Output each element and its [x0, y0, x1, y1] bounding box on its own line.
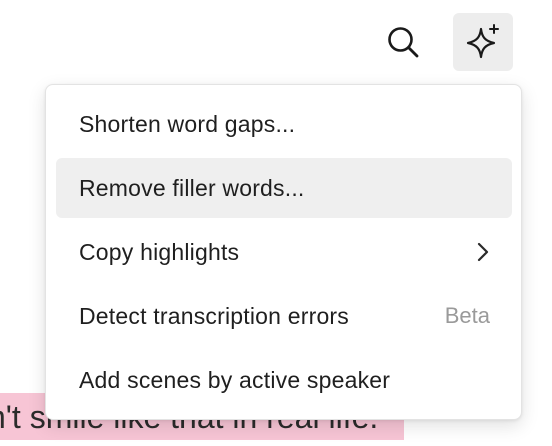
ai-actions-menu: Shorten word gaps... Remove filler words… — [45, 84, 522, 420]
chevron-right-icon — [476, 242, 490, 262]
menu-item-detect-transcription-errors[interactable]: Detect transcription errors Beta — [56, 286, 512, 346]
search-button[interactable] — [373, 13, 433, 71]
menu-item-label: Detect transcription errors — [79, 302, 349, 329]
editor-view: n't smile like that in real life. Shorte… — [0, 0, 552, 446]
sparkle-plus-icon — [464, 23, 502, 61]
menu-item-label: Copy highlights — [79, 238, 240, 265]
menu-item-label: Remove filler words... — [79, 174, 305, 201]
menu-item-shorten-word-gaps[interactable]: Shorten word gaps... — [56, 94, 512, 154]
menu-item-label: Shorten word gaps... — [79, 110, 296, 137]
search-icon — [386, 25, 420, 59]
menu-item-copy-highlights[interactable]: Copy highlights — [56, 222, 512, 282]
menu-item-remove-filler-words[interactable]: Remove filler words... — [56, 158, 512, 218]
beta-badge: Beta — [444, 303, 490, 328]
menu-item-add-scenes-by-active-speaker[interactable]: Add scenes by active speaker — [56, 350, 512, 410]
ai-actions-button[interactable] — [453, 13, 513, 71]
menu-item-label: Add scenes by active speaker — [79, 366, 391, 393]
